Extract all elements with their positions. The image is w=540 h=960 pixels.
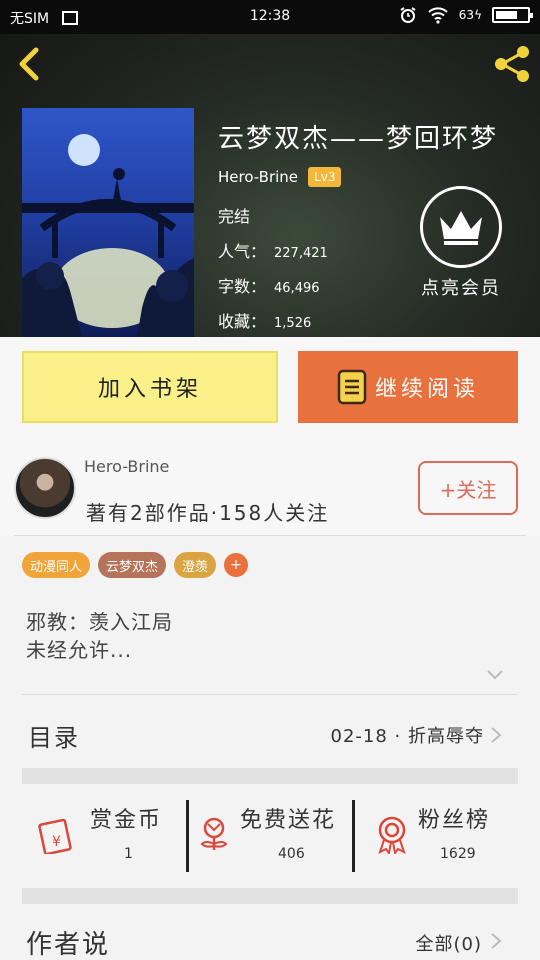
book-description: 邪教：羡入江局 未经允许...: [26, 608, 173, 664]
status-bar: 无SIM 12:38 63ϟ: [0, 0, 540, 34]
divider: [186, 800, 189, 872]
add-to-shelf-button[interactable]: 加入书架: [22, 351, 278, 423]
book-cover-image[interactable]: [22, 108, 194, 337]
book-favorites: 收藏： 1,526: [218, 308, 311, 332]
fans-value: 1629: [440, 846, 476, 862]
tag-item[interactable]: 云梦双杰: [98, 552, 167, 578]
back-arrow-icon[interactable]: [12, 44, 48, 84]
book-status: 完结: [218, 207, 251, 226]
divider: [352, 800, 355, 872]
alarm-icon: [400, 7, 416, 23]
fans-label: 粉丝榜: [418, 808, 491, 833]
book-header: 无SIM 12:38 63ϟ 云梦双杰——梦回环梦 Hero-Brine Lv3…: [0, 0, 540, 337]
author-stats: 著有2部作品·158人关注: [86, 501, 330, 525]
table-of-contents-row[interactable]: 目录 02-18 · 折高辱夺: [0, 706, 540, 762]
description-line: 邪教：羡入江局: [26, 610, 173, 634]
share-icon[interactable]: [492, 44, 532, 84]
book-title: 云梦双杰——梦回环梦: [218, 124, 499, 154]
svg-text:¥: ¥: [52, 834, 61, 850]
popularity-value: 227,421: [274, 246, 328, 261]
vip-button[interactable]: 点亮会员: [412, 186, 510, 300]
favorites-value: 1,526: [274, 316, 312, 331]
favorites-label: 收藏：: [218, 312, 267, 331]
author-level-badge: Lv3: [308, 167, 342, 187]
tag-item[interactable]: 澄羡: [174, 552, 217, 578]
continue-reading-label: 继续阅读: [374, 377, 479, 402]
author-name[interactable]: Hero-Brine: [84, 457, 169, 476]
chevron-down-icon[interactable]: [486, 668, 504, 682]
flower-icon: [200, 817, 228, 850]
book-author[interactable]: Hero-Brine: [218, 168, 298, 186]
chevron-right-icon: [491, 727, 502, 743]
book-icon: [337, 369, 367, 405]
follow-button[interactable]: +关注: [418, 461, 518, 515]
action-bar: 加入书架 继续阅读: [0, 337, 540, 437]
avatar[interactable]: [14, 457, 76, 519]
author-say-all: 全部(0): [415, 934, 482, 955]
section-separator: [22, 888, 518, 904]
tag-item[interactable]: 动漫同人: [22, 552, 91, 578]
reward-value: 1: [124, 846, 133, 862]
continue-reading-button[interactable]: 继续阅读: [298, 351, 518, 423]
add-tag-button[interactable]: +: [224, 553, 249, 577]
fan-ranking-button[interactable]: 粉丝榜 1629: [372, 798, 512, 876]
free-flower-button[interactable]: 免费送花 406: [194, 798, 350, 876]
medal-icon: [378, 816, 406, 854]
crown-icon: [420, 186, 502, 268]
battery-icon: [492, 7, 533, 23]
description-line: 未经允许...: [26, 638, 133, 662]
red-envelope-icon: ¥: [38, 818, 72, 854]
flower-label: 免费送花: [240, 808, 337, 833]
reward-coins-button[interactable]: ¥ 赏金币 1: [38, 798, 178, 876]
divider: [22, 694, 518, 695]
battery-percent: 63ϟ: [458, 8, 482, 22]
interaction-stats: ¥ 赏金币 1 免费送花 406 粉丝榜 1629: [0, 798, 540, 876]
wifi-icon: [428, 7, 448, 24]
word-count-value: 46,496: [274, 281, 320, 296]
chevron-right-icon: [491, 933, 502, 949]
flower-value: 406: [278, 846, 305, 862]
book-word-count: 字数： 46,496: [218, 273, 320, 297]
toc-label: 目录: [28, 724, 80, 752]
author-say-label: 作者说: [26, 930, 111, 960]
cover-illustration: [22, 134, 194, 337]
book-author-line: Hero-Brine Lv3: [218, 167, 342, 187]
author-comments-row[interactable]: 作者说 全部(0): [0, 918, 540, 960]
popularity-label: 人气：: [218, 242, 267, 261]
status-icons: 63ϟ: [399, 6, 533, 24]
reward-label: 赏金币: [90, 808, 163, 833]
divider: [14, 535, 526, 536]
book-popularity: 人气： 227,421: [218, 238, 328, 262]
section-separator: [22, 768, 518, 784]
author-card: Hero-Brine 著有2部作品·158人关注 +关注: [0, 437, 540, 537]
vip-label: 点亮会员: [421, 278, 501, 299]
word-count-label: 字数：: [218, 277, 267, 296]
toc-latest-chapter: 02-18 · 折高辱夺: [330, 726, 484, 747]
tag-list: 动漫同人 云梦双杰 澄羡 +: [22, 552, 249, 578]
